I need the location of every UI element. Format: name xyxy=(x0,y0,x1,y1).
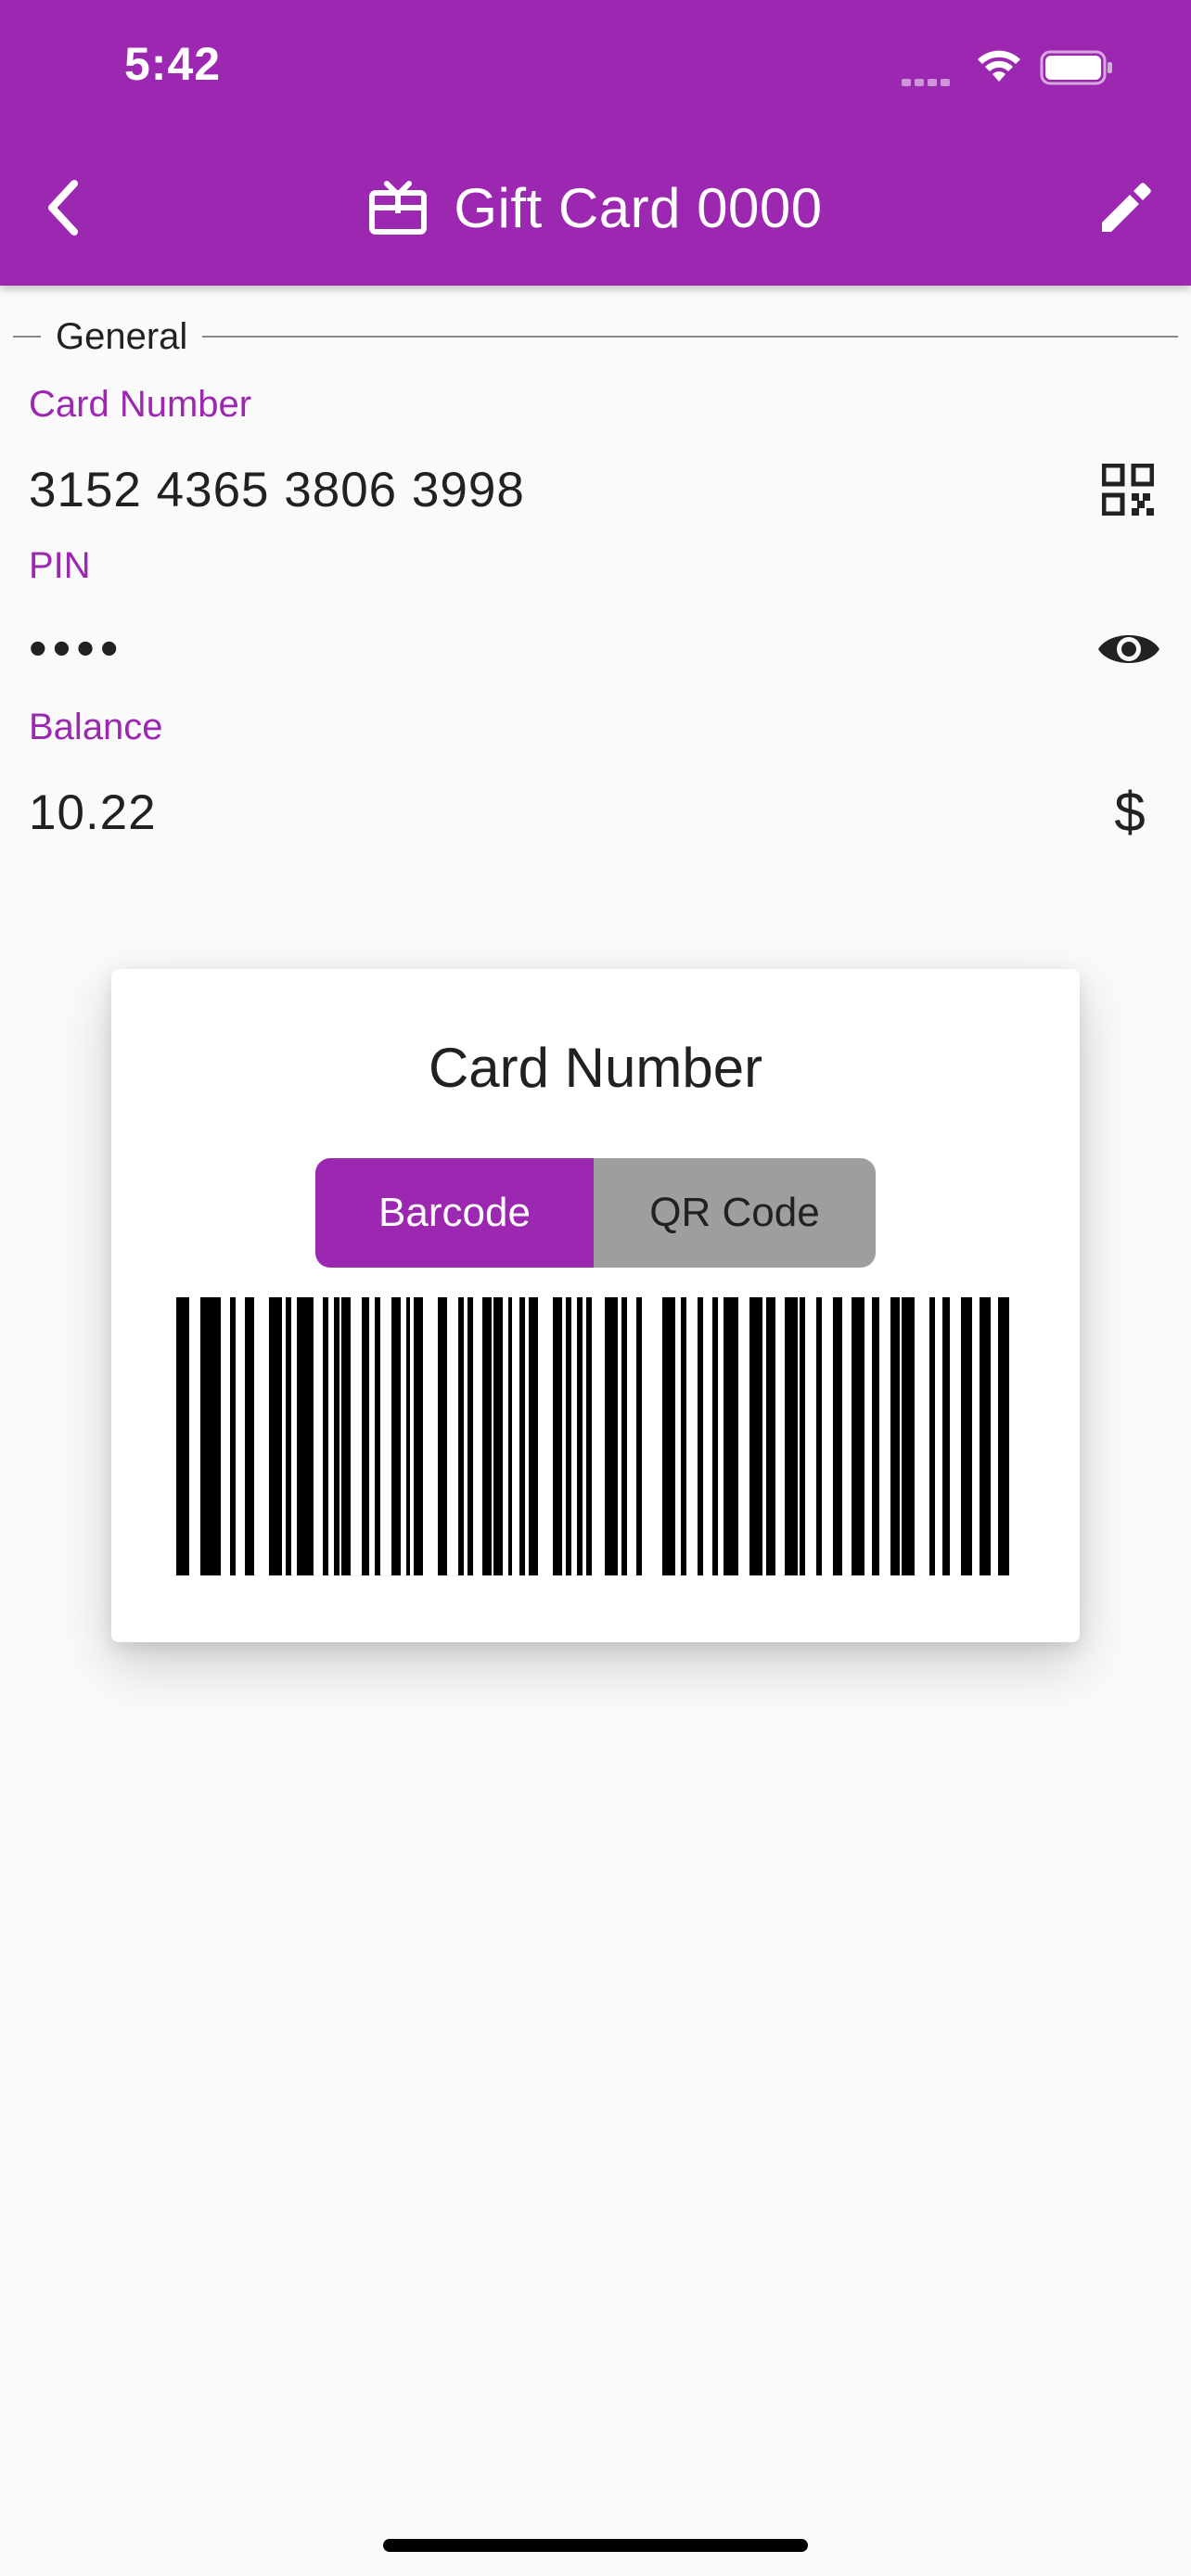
eye-icon xyxy=(1098,635,1159,663)
barcode-bar xyxy=(833,1297,842,1575)
balance-label: Balance xyxy=(29,707,163,747)
dialog-title: Card Number xyxy=(428,1037,763,1099)
gift-card-icon xyxy=(369,181,428,235)
barcode-bar xyxy=(980,1297,991,1575)
barcode-bar xyxy=(902,1297,915,1575)
barcode-bar xyxy=(245,1297,254,1575)
barcode-bar xyxy=(375,1297,380,1575)
barcode-bar xyxy=(406,1297,410,1575)
barcode-bar xyxy=(334,1297,339,1575)
barcode-bar xyxy=(391,1297,401,1575)
qr-code-button[interactable] xyxy=(1100,462,1156,517)
gift-card-detail-screen: 5:42 Gift Card 0000 General Card Number … xyxy=(0,0,1191,2576)
barcode-bar xyxy=(341,1297,351,1575)
code-type-segmented-control: Barcode QR Code xyxy=(315,1158,876,1268)
qr-code-icon xyxy=(1102,464,1154,516)
barcode-bar xyxy=(929,1297,935,1575)
cellular-signal-icon xyxy=(902,74,957,86)
barcode-bar xyxy=(605,1297,618,1575)
barcode-bar xyxy=(323,1297,328,1575)
app-bar: 5:42 Gift Card 0000 xyxy=(0,0,1191,286)
barcode-bar xyxy=(519,1297,525,1575)
pencil-icon xyxy=(1102,183,1151,232)
barcode-bar xyxy=(438,1297,447,1575)
pin-label: PIN xyxy=(29,545,91,586)
barcode-bar xyxy=(200,1297,221,1575)
barcode-bar xyxy=(681,1297,686,1575)
general-section-header: General xyxy=(13,312,1178,362)
barcode-bar xyxy=(942,1297,950,1575)
barcode-bar xyxy=(872,1297,879,1575)
card-number-dialog: Card Number Barcode QR Code xyxy=(111,969,1080,1642)
barcode-bar xyxy=(785,1297,798,1575)
barcode-bar xyxy=(414,1297,423,1575)
barcode-bar xyxy=(852,1297,864,1575)
edit-button[interactable] xyxy=(1093,176,1158,241)
barcode-bar xyxy=(176,1297,189,1575)
barcode-bar xyxy=(230,1297,236,1575)
barcode-bar xyxy=(482,1297,492,1575)
barcode-bar xyxy=(286,1297,291,1575)
barcode-segment[interactable]: Barcode xyxy=(315,1158,594,1268)
barcode-bar xyxy=(698,1297,703,1575)
pin-value[interactable]: •••• xyxy=(29,618,123,678)
card-number-label: Card Number xyxy=(29,384,252,425)
header-title-group: Gift Card 0000 xyxy=(0,171,1191,245)
divider xyxy=(202,336,1178,338)
barcode-bar xyxy=(297,1297,314,1575)
barcode-bar xyxy=(508,1297,512,1575)
page-title: Gift Card 0000 xyxy=(454,176,823,239)
divider xyxy=(13,336,41,338)
barcode-image xyxy=(176,1297,1009,1575)
barcode-bar xyxy=(577,1297,583,1575)
barcode-bar xyxy=(766,1297,775,1575)
barcode-bar xyxy=(712,1297,718,1575)
card-number-value[interactable]: 3152 4365 3806 3998 xyxy=(29,462,525,518)
home-indicator[interactable] xyxy=(383,2539,808,2552)
balance-value[interactable]: 10.22 xyxy=(29,784,157,841)
barcode-bar xyxy=(566,1297,571,1575)
barcode-bar xyxy=(553,1297,562,1575)
barcode-bar xyxy=(998,1297,1009,1575)
barcode-bar xyxy=(662,1297,675,1575)
barcode-bar xyxy=(621,1297,627,1575)
barcode-bar xyxy=(890,1297,900,1575)
barcode-bar xyxy=(749,1297,762,1575)
barcode-bar xyxy=(529,1297,538,1575)
barcode-bar xyxy=(458,1297,464,1575)
barcode-bar xyxy=(493,1297,503,1575)
battery-icon xyxy=(1040,50,1112,85)
barcode-bar xyxy=(636,1297,642,1575)
barcode-bar xyxy=(269,1297,282,1575)
barcode-bar xyxy=(961,1297,972,1575)
section-label: General xyxy=(56,315,188,357)
currency-dollar-icon: $ xyxy=(1114,780,1146,843)
show-pin-button[interactable] xyxy=(1095,623,1163,675)
status-time: 5:42 xyxy=(124,38,222,90)
barcode-bar xyxy=(586,1297,592,1575)
barcode-bar xyxy=(467,1297,473,1575)
wifi-icon xyxy=(978,50,1020,82)
barcode-bar xyxy=(724,1297,738,1575)
barcode-bar xyxy=(362,1297,369,1575)
barcode-bar xyxy=(816,1297,822,1575)
barcode-bar xyxy=(800,1297,805,1575)
qr-code-segment[interactable]: QR Code xyxy=(594,1158,876,1268)
